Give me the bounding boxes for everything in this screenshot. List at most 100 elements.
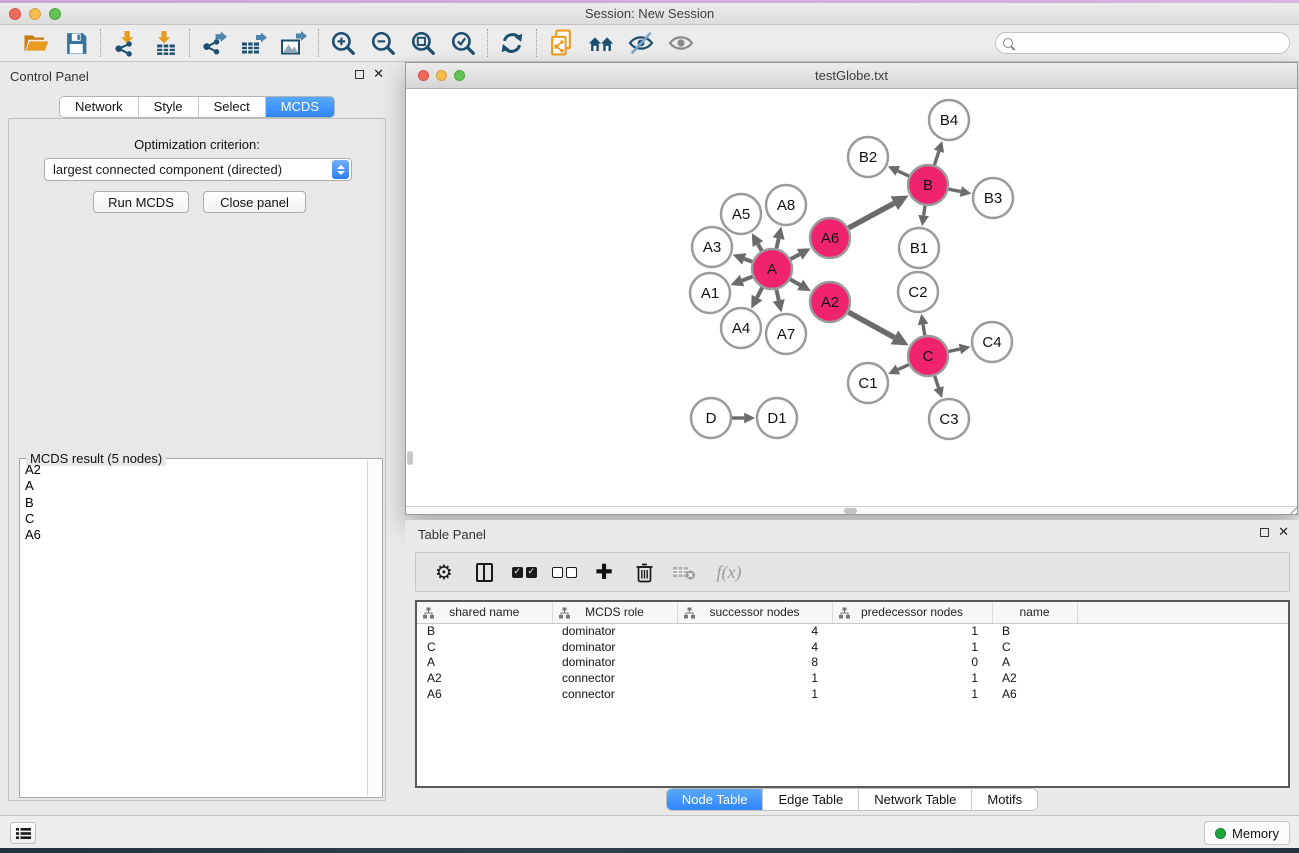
column-header-predecessor-nodes[interactable]: predecessor nodes: [832, 602, 992, 623]
graph-node-A5[interactable]: A5: [721, 194, 761, 234]
delete-columns-trash-icon[interactable]: [632, 560, 656, 584]
add-column-icon[interactable]: ✚: [592, 560, 616, 584]
export-image-icon[interactable]: [280, 29, 308, 57]
graph-edge-A-A3[interactable]: [744, 259, 752, 262]
memory-button[interactable]: Memory: [1204, 821, 1290, 845]
table-cell[interactable]: connector: [552, 686, 677, 702]
table-cell[interactable]: 1: [832, 623, 992, 639]
close-panel-button[interactable]: Close panel: [203, 191, 306, 213]
graph-node-B3[interactable]: B3: [973, 178, 1013, 218]
refresh-view-icon[interactable]: [498, 29, 526, 57]
zoom-out-icon[interactable]: [369, 29, 397, 57]
mcds-result-item[interactable]: A6: [21, 527, 367, 543]
float-panel-icon[interactable]: [355, 70, 364, 79]
column-header-mcds-role[interactable]: MCDS role: [552, 602, 677, 623]
graph-node-C3[interactable]: C3: [929, 399, 969, 439]
table-cell[interactable]: 4: [677, 623, 832, 639]
table-cell[interactable]: 8: [677, 654, 832, 670]
column-header-successor-nodes[interactable]: successor nodes: [677, 602, 832, 623]
table-cell[interactable]: C: [992, 639, 1077, 655]
table-row[interactable]: Bdominator41B: [417, 623, 1290, 639]
graph-edge-A-A1[interactable]: [742, 277, 752, 281]
table-cell[interactable]: dominator: [552, 623, 677, 639]
minimize-network-window-button[interactable]: [436, 70, 447, 81]
graph-edge-A-A6[interactable]: [791, 254, 800, 259]
graph-edge-C-C2[interactable]: [923, 324, 925, 335]
close-panel-icon[interactable]: ✕: [1278, 527, 1289, 538]
graph-node-A2[interactable]: A2: [810, 282, 850, 322]
graph-edge-A2-C[interactable]: [848, 312, 894, 337]
export-network-icon[interactable]: [200, 29, 228, 57]
search-input[interactable]: [1018, 36, 1278, 50]
graph-node-C1[interactable]: C1: [848, 363, 888, 403]
graph-node-C[interactable]: C: [908, 336, 948, 376]
export-table-icon[interactable]: [240, 29, 268, 57]
horizontal-scrollbar-thumb[interactable]: [844, 508, 857, 514]
table-cell[interactable]: A: [992, 654, 1077, 670]
import-table-from-file-icon[interactable]: [151, 29, 179, 57]
table-cell[interactable]: 1: [832, 639, 992, 655]
float-panel-icon[interactable]: [1260, 528, 1269, 537]
table-cell[interactable]: connector: [552, 670, 677, 686]
graph-node-A7[interactable]: A7: [766, 314, 806, 354]
result-list-scrollbar[interactable]: [367, 460, 381, 796]
graph-node-B[interactable]: B: [908, 165, 948, 205]
tab-style[interactable]: Style: [138, 97, 198, 117]
zoom-selected-icon[interactable]: [449, 29, 477, 57]
network-window-titlebar[interactable]: testGlobe.txt: [406, 63, 1297, 89]
graph-edge-B-B4[interactable]: [934, 151, 938, 165]
graph-edge-B-B2[interactable]: [898, 171, 909, 176]
toggle-column-view-icon[interactable]: [472, 560, 496, 584]
table-cell[interactable]: C: [417, 639, 552, 655]
table-cell[interactable]: A2: [992, 670, 1077, 686]
zoom-in-icon[interactable]: [329, 29, 357, 57]
table-row[interactable]: Cdominator41C: [417, 639, 1290, 655]
table-cell[interactable]: 1: [677, 686, 832, 702]
table-cell[interactable]: B: [417, 623, 552, 639]
hide-selected-eye-slash-icon[interactable]: [627, 29, 655, 57]
close-network-window-button[interactable]: [418, 70, 429, 81]
tab-edge-table[interactable]: Edge Table: [762, 789, 858, 810]
table-cell[interactable]: 0: [832, 654, 992, 670]
window-resize-grip[interactable]: [1283, 500, 1297, 514]
criterion-select[interactable]: largest connected component (directed): [44, 158, 352, 181]
vertical-scrollbar-thumb[interactable]: [407, 451, 413, 465]
graph-edge-A-A8[interactable]: [776, 239, 778, 249]
table-cell[interactable]: A6: [992, 686, 1077, 702]
open-session-icon[interactable]: [22, 29, 50, 57]
table-cell[interactable]: 4: [677, 639, 832, 655]
table-row[interactable]: Adominator80A: [417, 654, 1290, 670]
graph-node-A6[interactable]: A6: [810, 218, 850, 258]
graph-node-B1[interactable]: B1: [899, 228, 939, 268]
close-window-button[interactable]: [9, 8, 21, 20]
run-mcds-button[interactable]: Run MCDS: [93, 191, 189, 213]
graph-node-A4[interactable]: A4: [721, 308, 761, 348]
zoom-network-window-button[interactable]: [454, 70, 465, 81]
select-all-columns-icon[interactable]: [512, 560, 536, 584]
table-row[interactable]: A6connector11A6: [417, 686, 1290, 702]
graph-edge-A-A2[interactable]: [790, 279, 800, 285]
graph-node-A8[interactable]: A8: [766, 185, 806, 225]
graph-node-D[interactable]: D: [691, 398, 731, 438]
graph-edge-A6-B[interactable]: [848, 203, 894, 228]
graph-edge-C-C3[interactable]: [935, 376, 939, 388]
graph-node-A3[interactable]: A3: [692, 227, 732, 267]
graph-node-C2[interactable]: C2: [898, 272, 938, 312]
table-cell[interactable]: A: [417, 654, 552, 670]
save-session-icon[interactable]: [62, 29, 90, 57]
graph-edge-A-A4[interactable]: [757, 288, 762, 298]
graph-node-D1[interactable]: D1: [757, 398, 797, 438]
tab-select[interactable]: Select: [198, 97, 265, 117]
table-cell[interactable]: 1: [832, 686, 992, 702]
graph-node-C4[interactable]: C4: [972, 322, 1012, 362]
graph-edge-B-B3[interactable]: [949, 189, 961, 191]
mcds-result-item[interactable]: A2: [21, 462, 367, 478]
table-cell[interactable]: 1: [832, 670, 992, 686]
graph-node-A1[interactable]: A1: [690, 273, 730, 313]
table-row[interactable]: A2connector11A2: [417, 670, 1290, 686]
delete-table-icon[interactable]: [672, 560, 696, 584]
graph-node-B4[interactable]: B4: [929, 100, 969, 140]
table-cell[interactable]: 1: [677, 670, 832, 686]
minimize-window-button[interactable]: [29, 8, 41, 20]
import-network-from-file-icon[interactable]: [111, 29, 139, 57]
